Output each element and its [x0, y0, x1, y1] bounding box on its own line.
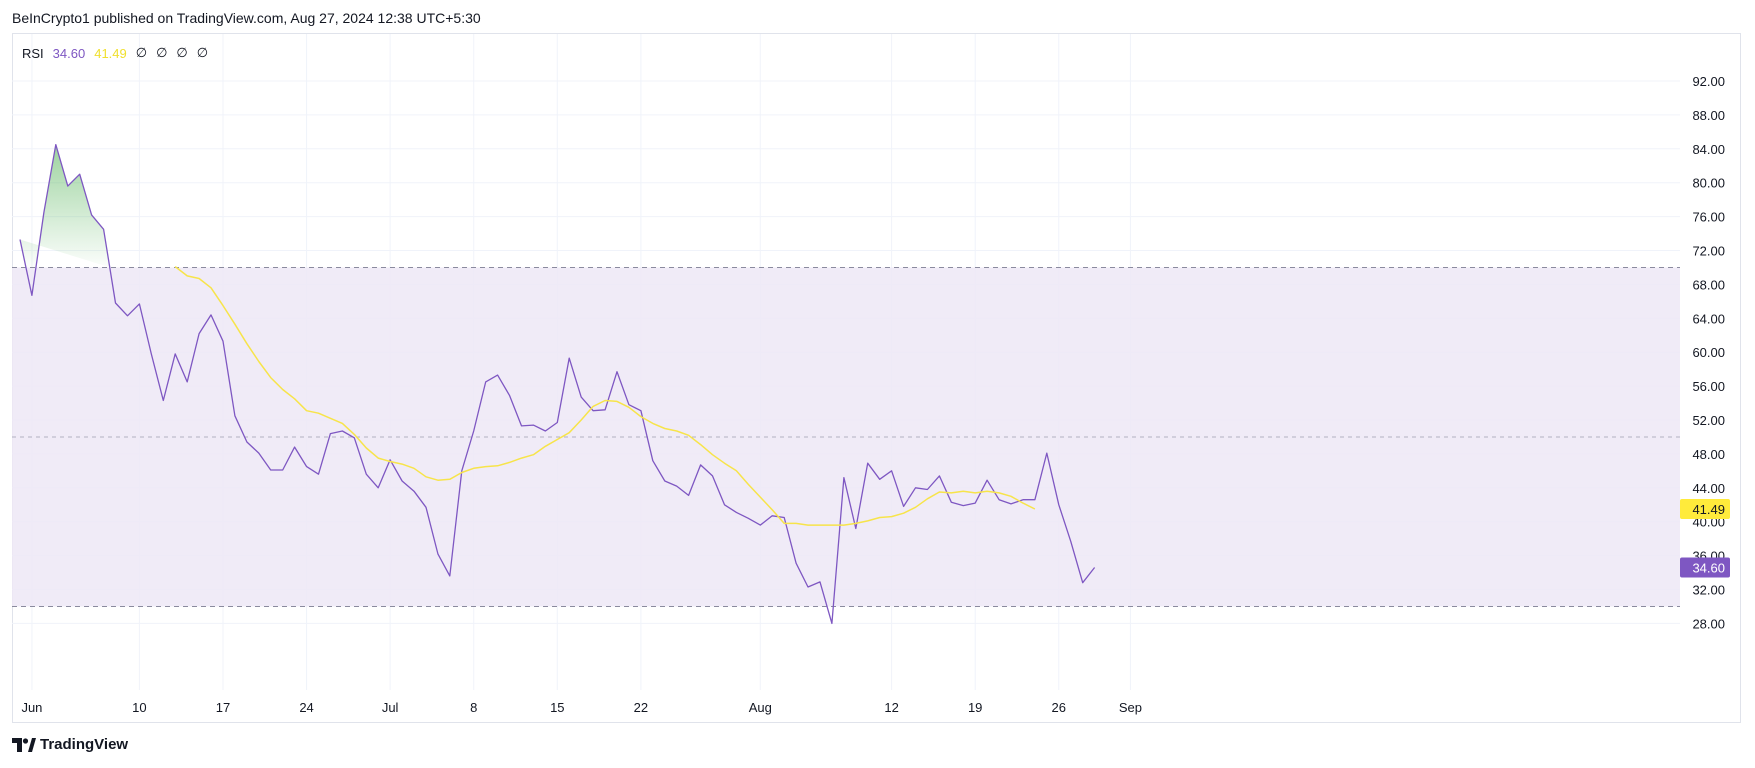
x-tick-label: 10 — [132, 700, 146, 715]
x-tick-label: Aug — [749, 700, 772, 715]
tradingview-brand[interactable]: TradingView — [12, 736, 128, 753]
indicator-legend[interactable]: RSI 34.60 41.49 ∅ ∅ ∅ ∅ — [22, 45, 208, 61]
x-tick-label: 24 — [299, 700, 313, 715]
x-tick-label: 8 — [470, 700, 477, 715]
legend-rsi-value: 34.60 — [52, 45, 86, 61]
y-tick-label: 80.00 — [1692, 176, 1725, 191]
y-tick-label: 76.00 — [1692, 210, 1725, 225]
y-tick-label: 56.00 — [1692, 379, 1725, 394]
legend-na-value: ∅ — [156, 45, 168, 60]
overbought-area — [20, 144, 110, 268]
y-axis-labels: 92.00 88.00 84.00 80.00 76.00 72.00 68.00 64.00… — [1692, 74, 1725, 631]
rsi-chart[interactable]: 92.00 88.00 84.00 80.00 76.00 72.00 68.00 64.00… — [0, 0, 1755, 768]
y-tick-label: 32.00 — [1692, 583, 1725, 598]
rsi-band — [12, 266, 1680, 607]
y-tick-label: 84.00 — [1692, 142, 1725, 157]
x-tick-label: 26 — [1052, 700, 1066, 715]
y-tick-label: 48.00 — [1692, 447, 1725, 462]
overbought-fill — [20, 144, 110, 268]
legend-indicator-name: RSI — [22, 45, 44, 61]
x-tick-label: 15 — [550, 700, 564, 715]
y-tick-label: 68.00 — [1692, 277, 1725, 292]
y-tick-label: 64.00 — [1692, 311, 1725, 326]
y-tick-label: 52.00 — [1692, 413, 1725, 428]
x-axis-labels: Jun 10 17 24 Jul 8 15 22 Aug 12 19 26 Sep — [21, 700, 1142, 715]
legend-na-value: ∅ — [135, 45, 148, 60]
x-tick-label: Jun — [21, 700, 42, 715]
x-tick-label: 12 — [884, 700, 898, 715]
y-tick-label: 28.00 — [1692, 616, 1725, 631]
y-tick-label: 88.00 — [1692, 108, 1725, 123]
x-tick-label: Sep — [1119, 700, 1142, 715]
x-tick-label: 19 — [968, 700, 982, 715]
rsi-value-badge: 34.60 — [1692, 560, 1725, 575]
tradingview-logo-icon — [12, 737, 36, 752]
legend-ma-value: 41.49 — [94, 45, 127, 61]
legend-na-value: ∅ — [176, 45, 188, 60]
price-badges: 41.49 34.60 — [1680, 498, 1730, 578]
x-tick-label: Jul — [382, 700, 399, 715]
x-tick-label: 17 — [216, 700, 230, 715]
y-tick-label: 44.00 — [1692, 481, 1725, 496]
legend-na-value: ∅ — [196, 45, 209, 60]
y-tick-label: 60.00 — [1692, 345, 1725, 360]
brand-name: TradingView — [40, 736, 129, 753]
y-tick-label: 72.00 — [1692, 244, 1725, 259]
ma-value-badge: 41.49 — [1692, 502, 1725, 517]
y-tick-label: 92.00 — [1692, 74, 1725, 89]
x-tick-label: 22 — [634, 700, 648, 715]
